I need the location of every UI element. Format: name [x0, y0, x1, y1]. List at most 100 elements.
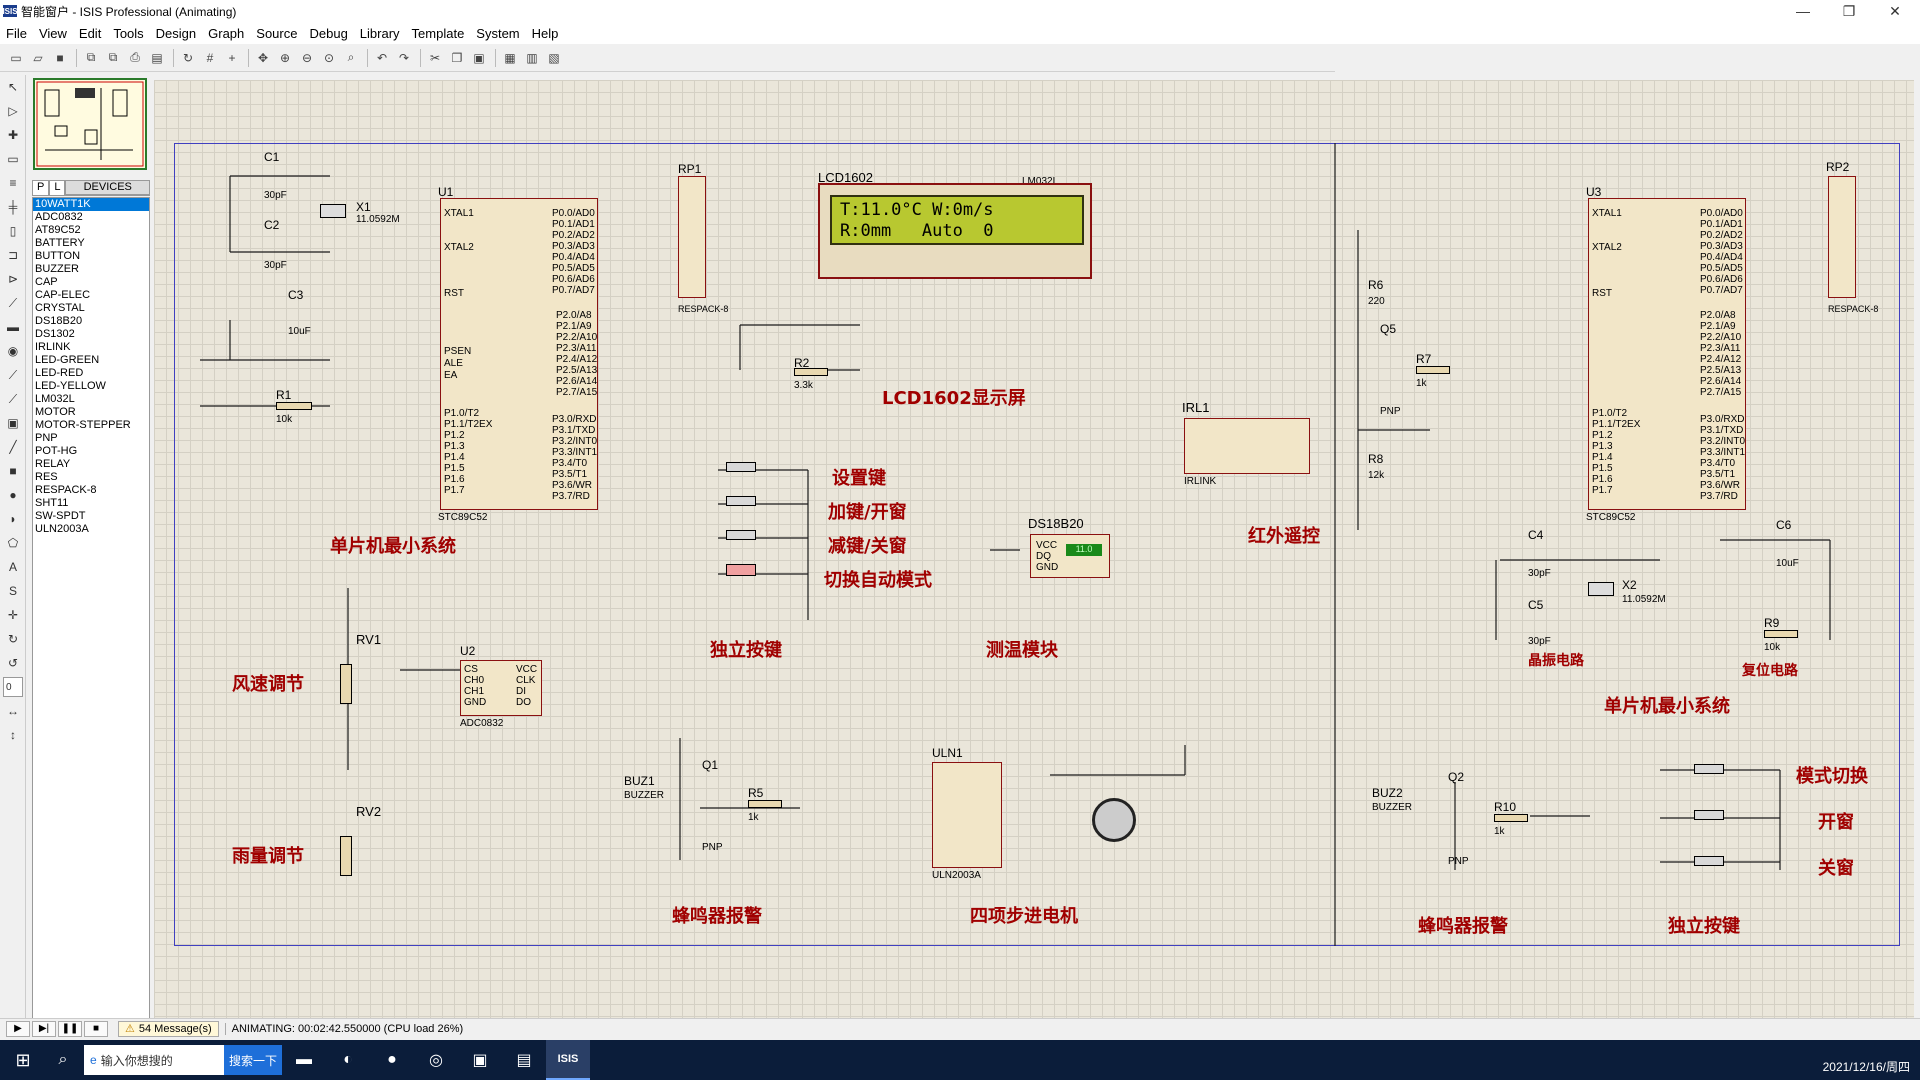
x1-ref: X1 — [356, 200, 371, 214]
x1-val: 11.0592M — [356, 214, 400, 225]
app-doc-icon[interactable]: ▤ — [502, 1040, 546, 1080]
u3-port3-pins: P3.0/RXD P3.1/TXD P3.2/INT0 P3.3/INT1 P3.4/T… — [1700, 414, 1746, 502]
pot-rv1[interactable] — [340, 664, 352, 704]
messages-indicator[interactable]: ⚠ 54 Message(s) — [118, 1020, 219, 1037]
port2-pins: P2.0/A8 P2.1/A9 P2.2/A10 P2.3/A11 P2.4/A12 P2… — [556, 310, 598, 398]
isis-taskbar-icon[interactable]: ISIS — [546, 1040, 590, 1080]
lcd-module[interactable]: T:11.0°C W:0m/s R:0mm Auto 0 — [818, 183, 1092, 279]
r7-val: 1k — [1416, 378, 1427, 389]
stop-button[interactable]: ■ — [84, 1020, 108, 1037]
r10-ref: R10 — [1494, 800, 1517, 814]
button-minus[interactable] — [726, 530, 756, 540]
file-explorer-icon[interactable]: ▬ — [282, 1040, 326, 1080]
button-auto[interactable] — [726, 564, 756, 576]
button-close[interactable] — [1694, 856, 1724, 866]
respack-rp1[interactable] — [678, 176, 706, 298]
ds-pins: VCC DQ GND — [1036, 540, 1059, 573]
indep-keys-caption: 独立按键 — [710, 640, 782, 661]
pin-label: ALE — [444, 358, 463, 369]
pin-label: EA — [444, 370, 458, 381]
open-window-label: 开窗 — [1818, 812, 1854, 833]
crystal-circuit-caption: 晶振电路 — [1528, 653, 1584, 669]
u3-port2-pins: P2.0/A8 P2.1/A9 P2.2/A10 P2.3/A11 P2.4/A12 P2… — [1700, 310, 1742, 398]
pin-label: XTAL1 — [444, 208, 474, 219]
pause-button[interactable]: ❚❚ — [58, 1020, 82, 1037]
port1-pins: P1.0/T2 P1.1/T2EX P1.2 P1.3 P1.4 P1.5 P1.6 P1.7 — [444, 408, 493, 496]
search-button[interactable]: 搜索一下 — [224, 1045, 282, 1075]
r2-val: 3.3k — [794, 380, 813, 391]
app-window-icon[interactable]: ▣ — [458, 1040, 502, 1080]
r7-ref: R7 — [1416, 352, 1432, 366]
c2-ref: C2 — [264, 218, 280, 232]
search-input[interactable]: e 输入你想搜的 — [84, 1045, 224, 1075]
buzzer-alarm-right-caption: 蜂鸣器报警 — [1418, 916, 1508, 937]
crystal-x2[interactable] — [1588, 582, 1614, 596]
u3-part: STC89C52 — [1586, 512, 1636, 523]
port0-pins: P0.0/AD0 P0.1/AD1 P0.2/AD2 P0.3/AD3 P0.4/AD4… — [552, 208, 595, 296]
pin-label: RST — [1592, 288, 1612, 299]
windows-start-icon[interactable]: ⊞ — [0, 1040, 46, 1080]
r8-val: 12k — [1368, 470, 1385, 481]
u1-part: STC89C52 — [438, 512, 488, 523]
play-button[interactable]: ▶ — [6, 1020, 30, 1037]
buz1-ref: BUZ1 — [624, 774, 655, 788]
c1-ref: C1 — [264, 150, 280, 164]
mcu-min-system-caption: 单片机最小系统 — [330, 536, 456, 557]
resistor-r9[interactable] — [1764, 630, 1798, 638]
r9-ref: R9 — [1764, 616, 1780, 630]
crystal-x1[interactable] — [320, 204, 346, 218]
app-chrome-icon[interactable]: ◎ — [414, 1040, 458, 1080]
pot-rv2[interactable] — [340, 836, 352, 876]
resistor-r5[interactable] — [748, 800, 782, 808]
r1-val: 10k — [276, 414, 293, 425]
c3-ref: C3 — [288, 288, 304, 302]
search-icon[interactable]: ⌕ — [46, 1040, 80, 1080]
adc-pins-left: CS CH0 CH1 GND — [464, 664, 487, 708]
auto-mode-key-label: 切换自动模式 — [824, 570, 932, 591]
u1-ref: U1 — [438, 185, 454, 199]
resistor-r2[interactable] — [794, 368, 828, 376]
resistor-r10[interactable] — [1494, 814, 1528, 822]
uln1-ref: ULN1 — [932, 746, 963, 760]
rv1-ref: RV1 — [356, 632, 382, 647]
q1-ref: Q1 — [702, 758, 719, 772]
mode-switch-label: 模式切换 — [1796, 766, 1868, 787]
step-button[interactable]: ▶| — [32, 1020, 56, 1037]
pin-label: PSEN — [444, 346, 472, 357]
temp-module-caption: 测温模块 — [986, 640, 1058, 661]
stepper-motor[interactable] — [1092, 798, 1136, 842]
q5-ref: Q5 — [1380, 322, 1397, 336]
driver-uln1[interactable] — [932, 762, 1002, 868]
r5-val: 1k — [748, 812, 759, 823]
ir-receiver[interactable] — [1184, 418, 1310, 474]
c5-ref: C5 — [1528, 598, 1544, 612]
edge-browser-icon[interactable]: ◐ — [326, 1040, 370, 1080]
lcd-screen: T:11.0°C W:0m/s R:0mm Auto 0 — [830, 195, 1084, 245]
wires-layer — [200, 143, 1831, 946]
button-plus[interactable] — [726, 496, 756, 506]
r6-ref: R6 — [1368, 278, 1384, 292]
u2-part: ADC0832 — [460, 718, 504, 729]
messages-count: 54 Message(s) — [138, 1022, 212, 1035]
r9-val: 10k — [1764, 642, 1781, 653]
buz2-ref: BUZ2 — [1372, 786, 1403, 800]
u2-ref: U2 — [460, 644, 476, 658]
r5-ref: R5 — [748, 786, 764, 800]
c3-val: 10uF — [288, 326, 311, 337]
button-mode[interactable] — [1694, 764, 1724, 774]
app-green-icon[interactable]: ● — [370, 1040, 414, 1080]
c1-val: 30pF — [264, 190, 287, 201]
plus-key-label: 加键/开窗 — [828, 502, 907, 523]
buz2-part: BUZZER — [1372, 802, 1412, 813]
button-set[interactable] — [726, 462, 756, 472]
u3-port1-pins: P1.0/T2 P1.1/T2EX P1.2 P1.3 P1.4 P1.5 P1.6 P1.7 — [1592, 408, 1641, 496]
rp1-ref: RP1 — [678, 162, 702, 176]
rain-adjust-caption: 雨量调节 — [232, 846, 304, 867]
respack-rp2[interactable] — [1828, 176, 1856, 298]
irlink-part: IRLINK — [1184, 476, 1217, 487]
resistor-r1[interactable] — [276, 402, 312, 410]
search-placeholder: 输入你想搜的 — [100, 1053, 173, 1068]
resistor-r7[interactable] — [1416, 366, 1450, 374]
button-open[interactable] — [1694, 810, 1724, 820]
status-bar: ▶ ▶| ❚❚ ■ ⚠ 54 Message(s) ANIMATING: 00:0… — [0, 1018, 1920, 1038]
